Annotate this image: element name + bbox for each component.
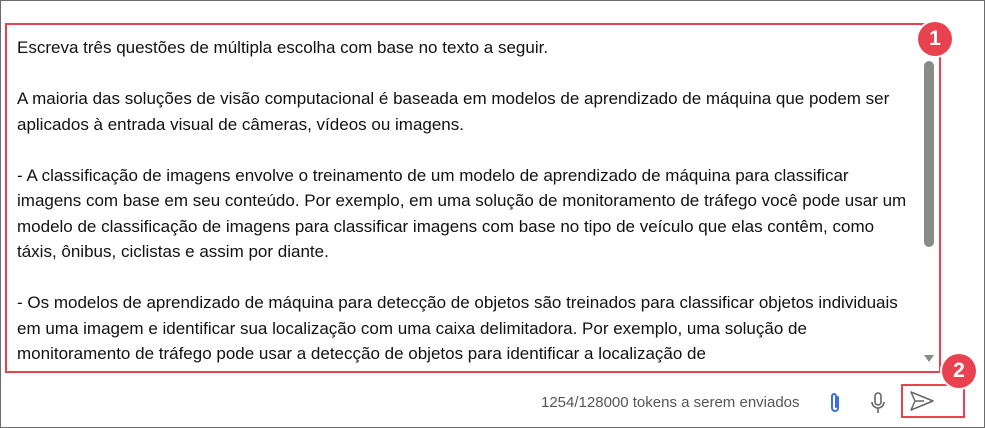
chat-input-panel: Escreva três questões de múltipla escolh… [0,0,985,428]
microphone-button[interactable] [867,390,889,416]
prompt-textarea[interactable]: Escreva três questões de múltipla escolh… [5,23,941,373]
token-count: 1254/128000 tokens a serem enviados [541,394,800,411]
attach-button[interactable] [825,390,845,416]
paperclip-icon [831,393,839,412]
callout-badge-1: 1 [918,22,952,56]
callout-badge-2: 2 [942,354,976,388]
microphone-icon [871,392,885,413]
scroll-down-icon[interactable] [924,355,934,362]
send-icon [910,391,934,411]
prompt-paragraph: - A classificação de imagens envolve o t… [17,165,907,262]
prompt-paragraph: Escreva três questões de múltipla escolh… [17,38,549,57]
textarea-scrollbar[interactable] [920,27,938,369]
prompt-paragraph: A maioria das soluções de visão computac… [17,89,890,134]
send-button[interactable] [901,384,965,418]
prompt-text[interactable]: Escreva três questões de múltipla escolh… [17,35,917,371]
prompt-paragraph: - Os modelos de aprendizado de máquina p… [17,293,898,363]
scroll-thumb[interactable] [924,61,934,247]
